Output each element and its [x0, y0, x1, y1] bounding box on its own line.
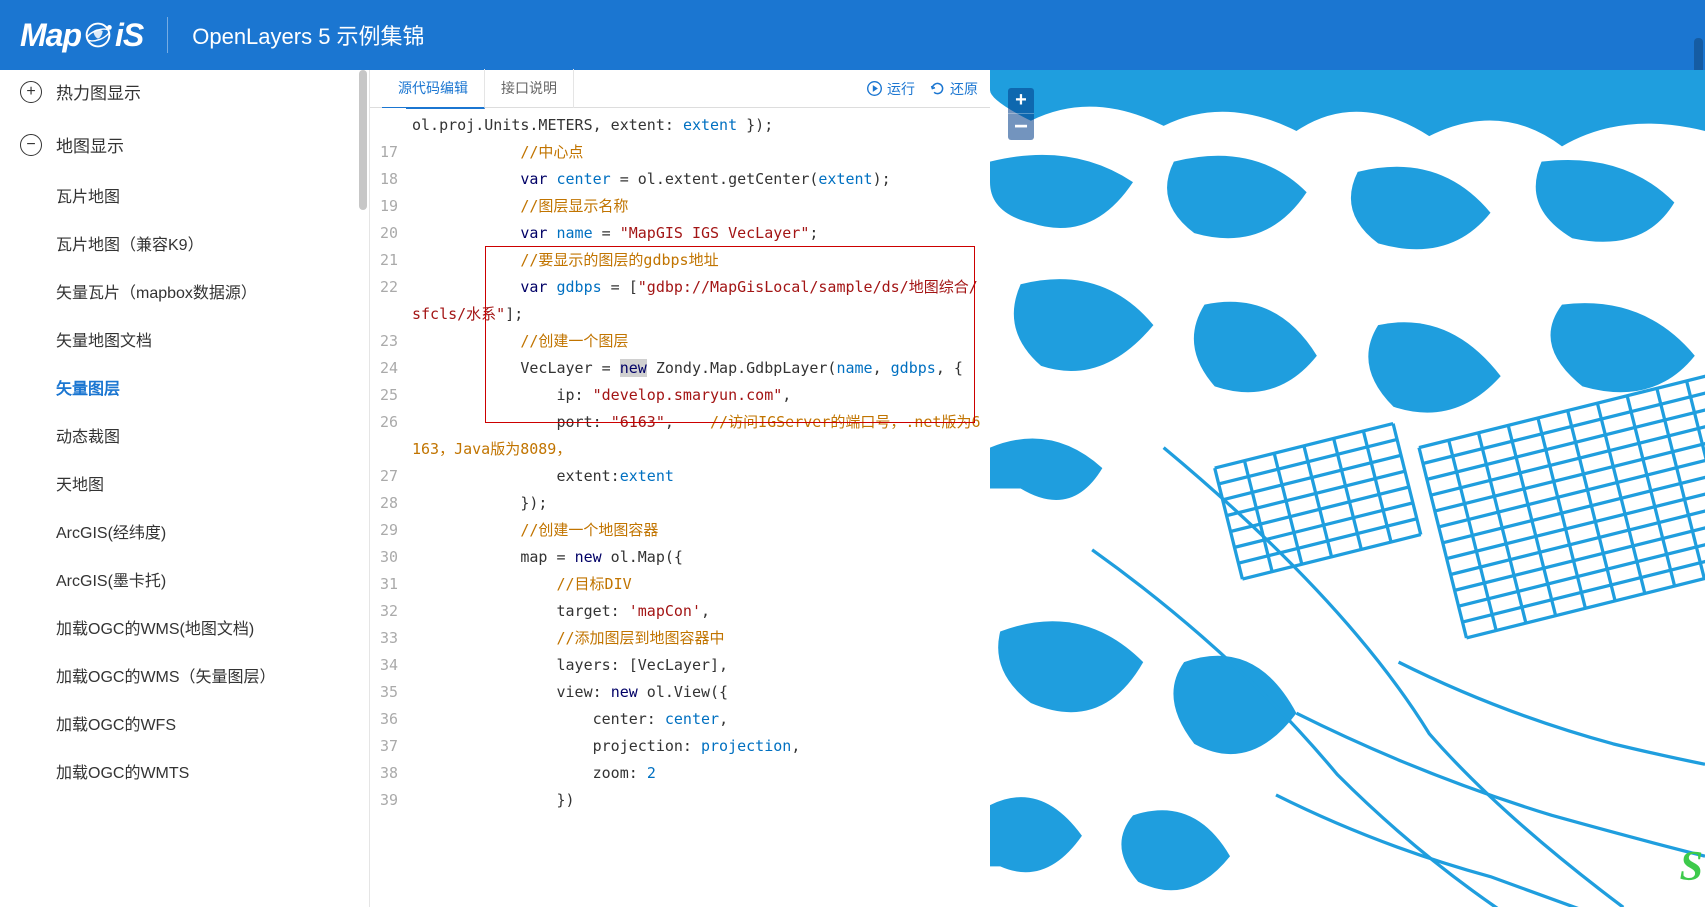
sidebar-item[interactable]: 动态裁图	[50, 411, 369, 459]
map-canvas[interactable]	[990, 70, 1705, 907]
code-line: //要显示的图层的gdbps地址	[412, 247, 984, 274]
code-line: var gdbps = ["gdbp://MapGisLocal/sample/…	[412, 274, 984, 328]
tab[interactable]: 源代码编辑	[382, 69, 485, 109]
sidebar-item[interactable]: 天地图	[50, 459, 369, 507]
code-editor[interactable]: 1718192021222324252627282930313233343536…	[370, 108, 990, 907]
zoom-in-button[interactable]: +	[1008, 88, 1034, 114]
tree-group-header[interactable]: + 热力图显示	[0, 70, 369, 118]
sidebar-item[interactable]: 加载OGC的WMS（矢量图层）	[50, 651, 369, 699]
map-viewport[interactable]: + − S	[990, 70, 1705, 907]
code-line: map = new ol.Map({	[412, 544, 984, 571]
page-title: OpenLayers 5 示例集锦	[192, 19, 424, 51]
code-line: layers: [VecLayer],	[412, 652, 984, 679]
code-line: projection: projection,	[412, 733, 984, 760]
sidebar-item[interactable]: 瓦片地图（兼容K9）	[50, 219, 369, 267]
tab[interactable]: 接口说明	[485, 69, 574, 108]
code-line: //中心点	[412, 139, 984, 166]
code-line: //创建一个图层	[412, 328, 984, 355]
expand-icon: +	[20, 81, 42, 103]
sidebar-scrollbar[interactable]	[359, 70, 367, 210]
logo[interactable]: Map iS	[20, 16, 143, 54]
watermark: S	[1680, 843, 1703, 891]
logo-text-right: iS	[115, 17, 143, 54]
code-line: })	[412, 787, 984, 814]
play-icon	[866, 80, 883, 97]
globe-icon	[79, 16, 117, 54]
zoom-out-button[interactable]: −	[1008, 114, 1034, 140]
collapse-icon: −	[20, 134, 42, 156]
sidebar-item[interactable]: 加载OGC的WMS(地图文档)	[50, 603, 369, 651]
code-line: target: 'mapCon',	[412, 598, 984, 625]
sidebar-item[interactable]: 加载OGC的WMTS	[50, 747, 369, 795]
tree-group-label: 地图显示	[56, 132, 124, 157]
code-area[interactable]: ol.proj.Units.METERS, extent: extent });…	[406, 108, 990, 907]
app-header: Map iS OpenLayers 5 示例集锦	[0, 0, 1705, 70]
sidebar-item[interactable]: 矢量地图文档	[50, 315, 369, 363]
run-button[interactable]: 运行	[866, 79, 915, 99]
sidebar-item[interactable]: 瓦片地图	[50, 171, 369, 219]
code-line: });	[412, 490, 984, 517]
code-line: port: "6163", //访问IGServer的端口号，.net版为616…	[412, 409, 984, 463]
code-line: //图层显示名称	[412, 193, 984, 220]
code-panel: 源代码编辑接口说明 运行 还原 171819202122232425262728…	[370, 70, 990, 907]
reset-button[interactable]: 还原	[929, 79, 978, 99]
sidebar: +热力图显示−地图显示瓦片地图瓦片地图（兼容K9）矢量瓦片（mapbox数据源）…	[0, 70, 370, 907]
tabs-bar: 源代码编辑接口说明 运行 还原	[370, 70, 990, 108]
reset-label: 还原	[950, 79, 978, 99]
code-line: ip: "develop.smaryun.com",	[412, 382, 984, 409]
code-line: zoom: 2	[412, 760, 984, 787]
zoom-control: + −	[1008, 88, 1034, 140]
line-gutter: 1718192021222324252627282930313233343536…	[370, 108, 406, 907]
sidebar-item[interactable]: 矢量瓦片（mapbox数据源）	[50, 267, 369, 315]
code-line: extent:extent	[412, 463, 984, 490]
refresh-icon	[929, 80, 946, 97]
code-line: view: new ol.View({	[412, 679, 984, 706]
tabs: 源代码编辑接口说明	[382, 69, 866, 108]
tree-group-label: 热力图显示	[56, 79, 141, 104]
code-line: var name = "MapGIS IGS VecLayer";	[412, 220, 984, 247]
sidebar-item[interactable]: ArcGIS(经纬度)	[50, 507, 369, 555]
logo-text-left: Map	[20, 17, 81, 54]
code-line: VecLayer = new Zondy.Map.GdbpLayer(name,…	[412, 355, 984, 382]
code-line: var center = ol.extent.getCenter(extent)…	[412, 166, 984, 193]
sidebar-item[interactable]: ArcGIS(墨卡托)	[50, 555, 369, 603]
code-line: //创建一个地图容器	[412, 517, 984, 544]
run-label: 运行	[887, 79, 915, 99]
code-line: //目标DIV	[412, 571, 984, 598]
sidebar-item[interactable]: 加载OGC的WFS	[50, 699, 369, 747]
header-divider	[167, 17, 168, 53]
code-line: center: center,	[412, 706, 984, 733]
tree-group-header[interactable]: −地图显示	[0, 118, 369, 171]
sidebar-item[interactable]: 矢量图层	[50, 363, 369, 411]
code-line: //添加图层到地图容器中	[412, 625, 984, 652]
code-line: ol.proj.Units.METERS, extent: extent });	[412, 112, 984, 139]
